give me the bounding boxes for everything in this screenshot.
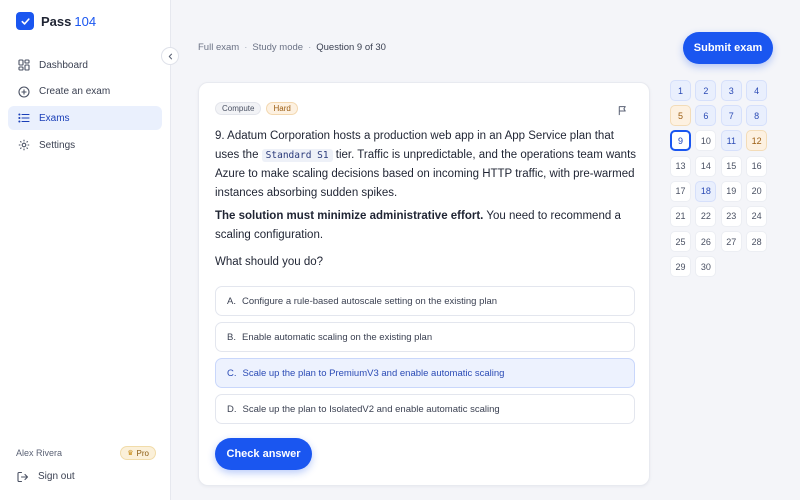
question-nav-12[interactable]: 12 bbox=[746, 130, 768, 152]
answer-options: A. Configure a rule-based autoscale sett… bbox=[215, 286, 635, 430]
option-text: Enable automatic scaling on the existing… bbox=[241, 331, 433, 343]
sidebar-item-create-exam[interactable]: Create an exam bbox=[8, 80, 162, 104]
option-letter: D. bbox=[227, 403, 237, 415]
question-nav-16[interactable]: 16 bbox=[746, 155, 768, 177]
sign-out-label: Sign out bbox=[38, 471, 75, 482]
question-nav-23[interactable]: 23 bbox=[720, 205, 742, 227]
flag-question-button[interactable] bbox=[617, 103, 629, 116]
question-nav-29[interactable]: 29 bbox=[670, 256, 691, 278]
breadcrumb-study-mode[interactable]: Study mode bbox=[252, 42, 303, 53]
question-navigator: 1 2 3 4 5 6 7 8 9 10 11 12 13 14 15 16 17 18 19 20 21 22 23 24 2… bbox=[670, 80, 772, 278]
question-nav-2[interactable]: 2 bbox=[695, 80, 717, 101]
question-nav-20[interactable]: 20 bbox=[746, 180, 768, 202]
question-tags: Compute Hard bbox=[215, 102, 303, 115]
user-row: Alex Rivera ♛ Pro bbox=[16, 446, 156, 460]
sidebar-item-exams[interactable]: Exams bbox=[8, 106, 162, 131]
question-nav-21[interactable]: 21 bbox=[670, 205, 691, 227]
user-name: Alex Rivera bbox=[16, 448, 63, 458]
question-nav-26[interactable]: 26 bbox=[695, 231, 717, 253]
option-text: Scale up the plan to PremiumV3 and enabl… bbox=[242, 367, 505, 379]
checkbox-logo-icon bbox=[16, 12, 34, 30]
answer-option-a[interactable]: A. Configure a rule-based autoscale sett… bbox=[215, 286, 635, 316]
question-nav-10[interactable]: 10 bbox=[695, 130, 717, 152]
sidebar-item-label: Dashboard bbox=[39, 59, 88, 71]
difficulty-tag: Hard bbox=[266, 102, 298, 115]
brand-number: 104 bbox=[74, 13, 97, 29]
question-nav-7[interactable]: 7 bbox=[720, 105, 742, 127]
brand-text: Pass bbox=[41, 13, 72, 29]
topic-tag: Compute bbox=[215, 102, 262, 115]
option-letter: A. bbox=[227, 295, 236, 307]
question-nav-22[interactable]: 22 bbox=[695, 205, 717, 227]
breadcrumb-separator: · bbox=[244, 42, 248, 53]
question-nav-30[interactable]: 30 bbox=[695, 256, 717, 278]
question-text: 9. Adatum Corporation hosts a production… bbox=[215, 127, 639, 202]
question-nav-6[interactable]: 6 bbox=[695, 105, 717, 127]
brand-name: Pass 104 bbox=[41, 14, 96, 29]
question-nav-3[interactable]: 3 bbox=[720, 80, 742, 101]
question-nav-4[interactable]: 4 bbox=[746, 80, 768, 101]
question-nav-28[interactable]: 28 bbox=[746, 231, 768, 253]
question-nav-19[interactable]: 19 bbox=[720, 180, 742, 202]
question-prompt: What should you do? bbox=[215, 256, 324, 268]
flag-icon bbox=[617, 103, 628, 120]
option-letter: C. bbox=[227, 367, 237, 379]
requirement-emphasis: The solution must minimize administrativ… bbox=[215, 210, 484, 222]
plan-label: Pro bbox=[136, 448, 149, 458]
question-nav-14[interactable]: 14 bbox=[695, 155, 717, 177]
sidebar-nav: Dashboard Create an exam Exams Settings bbox=[8, 53, 162, 160]
chevron-left-icon bbox=[167, 47, 174, 65]
question-nav-15[interactable]: 15 bbox=[720, 155, 742, 177]
sidebar-item-dashboard[interactable]: Dashboard bbox=[8, 53, 162, 77]
breadcrumb-separator: · bbox=[308, 42, 312, 53]
question-card: Compute Hard 9. Adatum Corporation hosts… bbox=[198, 82, 650, 486]
sign-out-icon bbox=[16, 470, 29, 483]
collapse-sidebar-button[interactable] bbox=[161, 47, 179, 65]
sidebar-item-settings[interactable]: Settings bbox=[8, 133, 162, 157]
list-icon bbox=[17, 112, 30, 125]
question-nav-18[interactable]: 18 bbox=[695, 180, 717, 202]
sidebar-item-label: Exams bbox=[39, 112, 70, 124]
breadcrumb-full-exam[interactable]: Full exam bbox=[198, 42, 239, 53]
option-text: Scale up the plan to IsolatedV2 and enab… bbox=[242, 403, 500, 415]
question-nav-25[interactable]: 25 bbox=[670, 231, 691, 253]
breadcrumb-current: Question 9 of 30 bbox=[316, 42, 386, 53]
breadcrumb: Full exam · Study mode · Question 9 of 3… bbox=[198, 42, 386, 53]
question-nav-8[interactable]: 8 bbox=[746, 105, 768, 127]
option-letter: B. bbox=[227, 331, 236, 343]
plus-circle-icon bbox=[17, 85, 30, 98]
sidebar-item-label: Settings bbox=[39, 139, 76, 151]
question-nav-9[interactable]: 9 bbox=[670, 130, 691, 152]
sidebar: Pass104 Dashboard Create an exam Exams bbox=[0, 0, 171, 500]
pro-badge: ♛ Pro bbox=[120, 446, 156, 460]
gear-icon bbox=[17, 139, 30, 152]
answer-option-b[interactable]: B. Enable automatic scaling on the exist… bbox=[215, 322, 635, 352]
sidebar-item-label: Create an exam bbox=[39, 86, 111, 98]
inline-code: Standard S1 bbox=[261, 148, 333, 162]
option-text: Configure a rule-based autoscale setting… bbox=[241, 295, 498, 307]
dashboard-icon bbox=[17, 59, 30, 72]
question-nav-11[interactable]: 11 bbox=[720, 130, 742, 152]
answer-option-c[interactable]: C. Scale up the plan to PremiumV3 and en… bbox=[215, 358, 635, 388]
answer-option-d[interactable]: D. Scale up the plan to IsolatedV2 and e… bbox=[215, 394, 635, 424]
question-nav-13[interactable]: 13 bbox=[670, 155, 691, 177]
question-nav-17[interactable]: 17 bbox=[670, 180, 691, 202]
question-nav-5[interactable]: 5 bbox=[670, 105, 691, 127]
crown-icon: ♛ bbox=[127, 450, 134, 457]
brand[interactable]: Pass 104 bbox=[16, 12, 96, 30]
question-nav-27[interactable]: 27 bbox=[720, 231, 742, 253]
question-requirement: The solution must minimize administrativ… bbox=[215, 207, 639, 244]
question-nav-1[interactable]: 1 bbox=[670, 80, 691, 101]
check-answer-button[interactable]: Check answer bbox=[215, 438, 312, 470]
question-nav-24[interactable]: 24 bbox=[746, 205, 768, 227]
sign-out-button[interactable]: Sign out bbox=[16, 470, 75, 483]
submit-exam-button[interactable]: Submit exam bbox=[683, 32, 773, 64]
